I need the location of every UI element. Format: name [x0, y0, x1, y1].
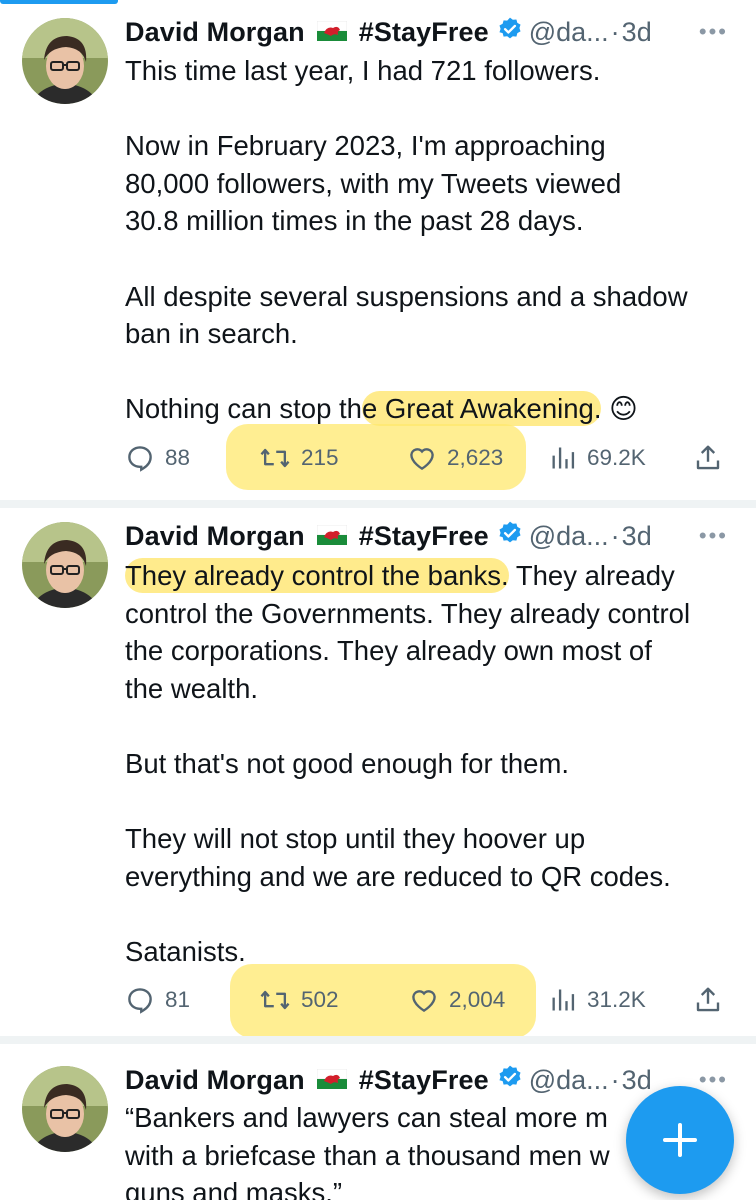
tweet-1[interactable]: David Morgan #StayFree @da... · 3d ••• T…	[0, 0, 756, 500]
retweet-count: 502	[301, 987, 339, 1012]
smiling-emoji-icon: 😊	[609, 393, 638, 425]
text-line: 80,000 followers, with my Tweets viewed	[125, 167, 622, 199]
separator-dot: ·	[610, 520, 620, 551]
share-button[interactable]	[693, 980, 723, 1020]
share-icon	[696, 445, 720, 470]
avatar[interactable]	[22, 1066, 108, 1152]
heart-icon	[410, 448, 434, 471]
timestamp[interactable]: 3d	[622, 1065, 652, 1096]
more-options-icon[interactable]: •••	[699, 19, 728, 45]
text-line: the wealth.	[125, 672, 259, 704]
like-count: 2,623	[447, 445, 504, 470]
avatar[interactable]	[22, 522, 108, 608]
author-hashtag: #StayFree	[358, 1064, 489, 1095]
reply-button[interactable]: 81	[125, 980, 190, 1020]
text-line: “Bankers and lawyers can steal more m	[125, 1102, 608, 1133]
tweet-divider	[0, 500, 756, 508]
avatar-image	[22, 1066, 108, 1152]
heart-icon	[412, 990, 436, 1013]
author-handle[interactable]: @da...	[529, 521, 609, 552]
text-line: 30.8 million times in the past 28 days.	[125, 205, 584, 237]
wales-flag-icon	[316, 17, 347, 48]
verified-badge-icon	[497, 520, 523, 553]
tweet-text: This time last year, I had 721 followers…	[125, 52, 732, 428]
highlighted-text: e Great Awakening.	[361, 391, 602, 427]
share-button[interactable]	[693, 438, 723, 478]
views-chart-icon	[552, 447, 575, 469]
text-line: All despite several suspensions and a sh…	[125, 280, 688, 312]
action-bar: 88 215 2,623 69.2K	[125, 438, 735, 478]
text-line: Now in February 2023, I'm approaching	[125, 130, 606, 162]
wales-flag-icon	[316, 521, 347, 552]
action-bar: 81 502 2,004 31.2K	[125, 980, 735, 1020]
text-line: everything and we are reduced to QR code…	[125, 860, 671, 892]
author-name[interactable]: David Morgan	[125, 17, 305, 48]
verified-badge-icon	[497, 16, 523, 49]
avatar-image	[22, 18, 108, 104]
author-hashtag: #StayFree	[358, 16, 489, 47]
views-count: 31.2K	[587, 987, 646, 1012]
share-icon	[696, 987, 720, 1012]
more-options-icon[interactable]: •••	[699, 523, 728, 549]
text-line: control the Governments. They already co…	[125, 597, 691, 629]
author-handle[interactable]: @da...	[529, 1065, 609, 1096]
views-chart-icon	[552, 989, 575, 1011]
text-line: They already	[508, 560, 675, 591]
text-line: ban in search.	[125, 318, 298, 350]
separator-dot: ·	[610, 1064, 620, 1095]
tweet-2[interactable]: David Morgan #StayFree @da... · 3d ••• T…	[0, 508, 756, 1038]
retweet-icon	[260, 448, 290, 468]
separator-dot: ·	[610, 16, 620, 47]
like-count: 2,004	[449, 987, 506, 1012]
wales-flag-icon	[316, 1065, 347, 1096]
text-line: the corporations. They already own most …	[125, 635, 652, 667]
more-options-icon[interactable]: •••	[699, 1067, 728, 1093]
like-button[interactable]: 2,623	[407, 438, 503, 478]
reply-count: 88	[165, 445, 191, 470]
text-line: Nothing can stop th	[125, 393, 362, 425]
retweet-count: 215	[301, 445, 339, 470]
text-line: But that's not good enough for them.	[125, 747, 570, 779]
highlighted-text: They already control the banks.	[125, 558, 509, 593]
tweet-text: They already control the banks. They alr…	[125, 557, 732, 971]
text-line: They will not stop until they hoover up	[125, 823, 586, 855]
tweet-divider	[0, 1036, 756, 1044]
views-count: 69.2K	[587, 445, 646, 470]
views-button[interactable]: 69.2K	[549, 438, 646, 478]
author-name[interactable]: David Morgan	[125, 1065, 305, 1096]
text-line: Satanists.	[125, 935, 246, 967]
author-handle[interactable]: @da...	[529, 17, 609, 48]
author-name[interactable]: David Morgan	[125, 521, 305, 552]
like-button[interactable]: 2,004	[409, 980, 505, 1020]
views-button[interactable]: 31.2K	[549, 980, 646, 1020]
timestamp[interactable]: 3d	[622, 521, 652, 552]
retweet-icon	[260, 990, 290, 1010]
avatar[interactable]	[22, 18, 108, 104]
retweet-button[interactable]: 502	[259, 980, 339, 1020]
text-line: with a briefcase than a thousand men w	[125, 1139, 610, 1171]
plus-icon	[663, 1123, 697, 1157]
reply-icon	[128, 446, 152, 472]
reply-count: 81	[165, 987, 191, 1012]
author-hashtag: #StayFree	[358, 520, 489, 551]
verified-badge-icon	[497, 1064, 523, 1097]
text-line: This time last year, I had 721 followers…	[125, 55, 601, 86]
compose-tweet-button[interactable]	[626, 1086, 734, 1194]
avatar-image	[22, 522, 108, 608]
retweet-button[interactable]: 215	[259, 438, 339, 478]
reply-icon	[128, 988, 152, 1014]
text-line: guns and masks.”	[125, 1177, 343, 1200]
reply-button[interactable]: 88	[125, 438, 190, 478]
timestamp[interactable]: 3d	[622, 17, 652, 48]
